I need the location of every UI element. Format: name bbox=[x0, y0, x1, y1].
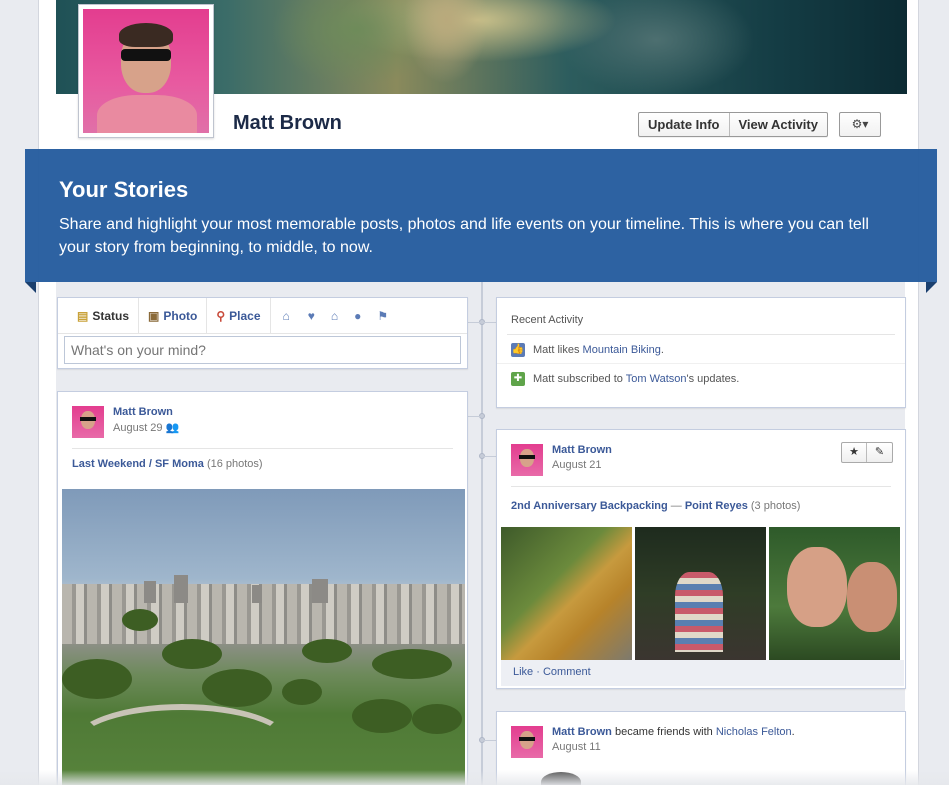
activity-verb: subscribed to bbox=[557, 373, 623, 385]
profile-picture[interactable] bbox=[78, 4, 214, 138]
heart-icon[interactable]: ♥ bbox=[302, 298, 321, 334]
comment-link[interactable]: Comment bbox=[543, 666, 591, 678]
action-separator: · bbox=[536, 666, 540, 678]
photo-count: (3 photos) bbox=[750, 500, 801, 512]
tab-photo[interactable]: ▣ Photo bbox=[139, 297, 208, 334]
album-cover-photo[interactable] bbox=[62, 489, 465, 785]
photo-count: (16 photos) bbox=[206, 458, 263, 470]
view-activity-button[interactable]: View Activity bbox=[730, 113, 827, 136]
post-edit-buttons: ★ ✎ bbox=[841, 442, 893, 463]
avatar[interactable] bbox=[72, 406, 104, 438]
activity-verb: likes bbox=[557, 344, 580, 356]
avatar[interactable] bbox=[511, 726, 543, 758]
avatar[interactable] bbox=[511, 444, 543, 476]
album-link[interactable]: Last Weekend bbox=[72, 458, 146, 470]
photo-icon: ▣ bbox=[148, 308, 160, 323]
bottom-fade bbox=[0, 770, 949, 785]
post-header: Matt Brown August 29 👥 bbox=[58, 392, 467, 448]
friendship-text: Matt Brown became friends with Nicholas … bbox=[552, 726, 795, 738]
profile-name[interactable]: Matt Brown bbox=[233, 112, 342, 135]
composer-tabs: ▤ Status ▣ Photo ⚲ Place ⌂ ♥ ⌂ ● ⚑ bbox=[58, 297, 467, 334]
friend-link[interactable]: Nicholas Felton bbox=[716, 726, 792, 738]
photo-thumbnail[interactable] bbox=[769, 527, 900, 660]
place-icon: ⚲ bbox=[216, 308, 226, 323]
subscribe-icon: ✚ bbox=[511, 372, 525, 386]
post-author[interactable]: Matt Brown bbox=[552, 444, 612, 456]
banner-fold-left bbox=[25, 282, 36, 293]
flag-icon[interactable]: ⚑ bbox=[367, 298, 398, 334]
activity-actor: Matt bbox=[533, 344, 555, 356]
activity-actor: Matt bbox=[533, 373, 555, 385]
activity-object-link[interactable]: Mountain Biking bbox=[583, 344, 661, 356]
timeline-connector bbox=[483, 322, 496, 323]
composer: ▤ Status ▣ Photo ⚲ Place ⌂ ♥ ⌂ ● ⚑ bbox=[57, 297, 468, 369]
activity-object-link[interactable]: Tom Watson bbox=[626, 373, 687, 385]
album-separator: — bbox=[670, 500, 682, 512]
profile-picture-image bbox=[83, 9, 209, 133]
activity-row: 👍 Matt likes Mountain Biking. bbox=[497, 335, 905, 364]
photo-thumbnails bbox=[501, 527, 900, 660]
health-icon[interactable]: ● bbox=[348, 298, 367, 334]
tab-status[interactable]: ▤ Status bbox=[68, 297, 140, 334]
like-comment-bar: Like · Comment bbox=[501, 660, 904, 686]
tab-place-label: Place bbox=[229, 308, 261, 323]
settings-gear-button[interactable]: ⚙▾ bbox=[839, 112, 881, 137]
timeline-connector bbox=[483, 456, 496, 457]
photo-thumbnail[interactable] bbox=[635, 527, 766, 660]
tab-status-label: Status bbox=[92, 308, 130, 323]
album-line: 2nd Anniversary Backpacking — Point Reye… bbox=[511, 486, 891, 524]
edit-pencil-button[interactable]: ✎ bbox=[867, 443, 892, 462]
place-link[interactable]: Point Reyes bbox=[685, 500, 748, 512]
recent-activity-box: Recent Activity 👍 Matt likes Mountain Bi… bbox=[496, 297, 906, 408]
post-author[interactable]: Matt Brown bbox=[552, 726, 612, 738]
update-info-button[interactable]: Update Info bbox=[639, 113, 730, 136]
like-icon: 👍 bbox=[511, 343, 525, 357]
activity-row: ✚ Matt subscribed to Tom Watson's update… bbox=[497, 364, 905, 392]
activity-suffix: 's updates. bbox=[686, 373, 740, 385]
photo-thumbnail[interactable] bbox=[501, 527, 632, 660]
post-date[interactable]: August 21 bbox=[552, 459, 612, 471]
post-date[interactable]: August 11 bbox=[552, 741, 795, 753]
friendship-verb: became friends with bbox=[614, 726, 713, 738]
post-header: Matt Brown became friends with Nicholas … bbox=[497, 712, 905, 768]
status-icon: ▤ bbox=[77, 308, 89, 323]
post-author[interactable]: Matt Brown bbox=[113, 406, 179, 418]
album-link[interactable]: 2nd Anniversary Backpacking bbox=[511, 500, 668, 512]
privacy-friends-icon[interactable]: 👥 bbox=[166, 422, 180, 434]
timeline-spine bbox=[481, 282, 483, 785]
activity-text: Matt likes Mountain Biking. bbox=[533, 344, 664, 356]
status-input[interactable] bbox=[64, 336, 461, 364]
recent-activity-title: Recent Activity bbox=[507, 298, 895, 335]
timeline-connector bbox=[483, 740, 496, 741]
timeline-connector bbox=[467, 322, 481, 323]
post-date[interactable]: August 29 👥 bbox=[113, 421, 179, 434]
post-date-text: August 29 bbox=[113, 422, 163, 434]
post-backpacking: Matt Brown August 21 ★ ✎ 2nd Anniversary… bbox=[496, 429, 906, 689]
tab-photo-label: Photo bbox=[163, 308, 198, 323]
activity-suffix: . bbox=[660, 344, 664, 356]
banner-text: Share and highlight your most memorable … bbox=[59, 216, 869, 256]
friendship-suffix: . bbox=[791, 726, 795, 738]
tab-place[interactable]: ⚲ Place bbox=[207, 297, 271, 334]
album-separator: / bbox=[148, 458, 152, 470]
your-stories-banner: Your Stories Share and highlight your mo… bbox=[25, 149, 937, 282]
timeline-connector bbox=[467, 416, 481, 417]
activity-text: Matt subscribed to Tom Watson's updates. bbox=[533, 373, 739, 385]
like-link[interactable]: Like bbox=[513, 666, 533, 678]
feature-star-button[interactable]: ★ bbox=[842, 443, 867, 462]
banner-title: Your Stories bbox=[59, 177, 189, 202]
album-line: Last Weekend / SF Moma (16 photos) bbox=[72, 448, 453, 479]
post-sf-moma: Matt Brown August 29 👥 Last Weekend / SF… bbox=[57, 391, 468, 785]
work-icon[interactable]: ⌂ bbox=[271, 298, 302, 334]
banner-fold-right bbox=[926, 282, 937, 293]
place-link[interactable]: SF Moma bbox=[155, 458, 204, 470]
home-icon[interactable]: ⌂ bbox=[321, 298, 348, 334]
profile-actions: Update Info View Activity bbox=[638, 112, 828, 137]
